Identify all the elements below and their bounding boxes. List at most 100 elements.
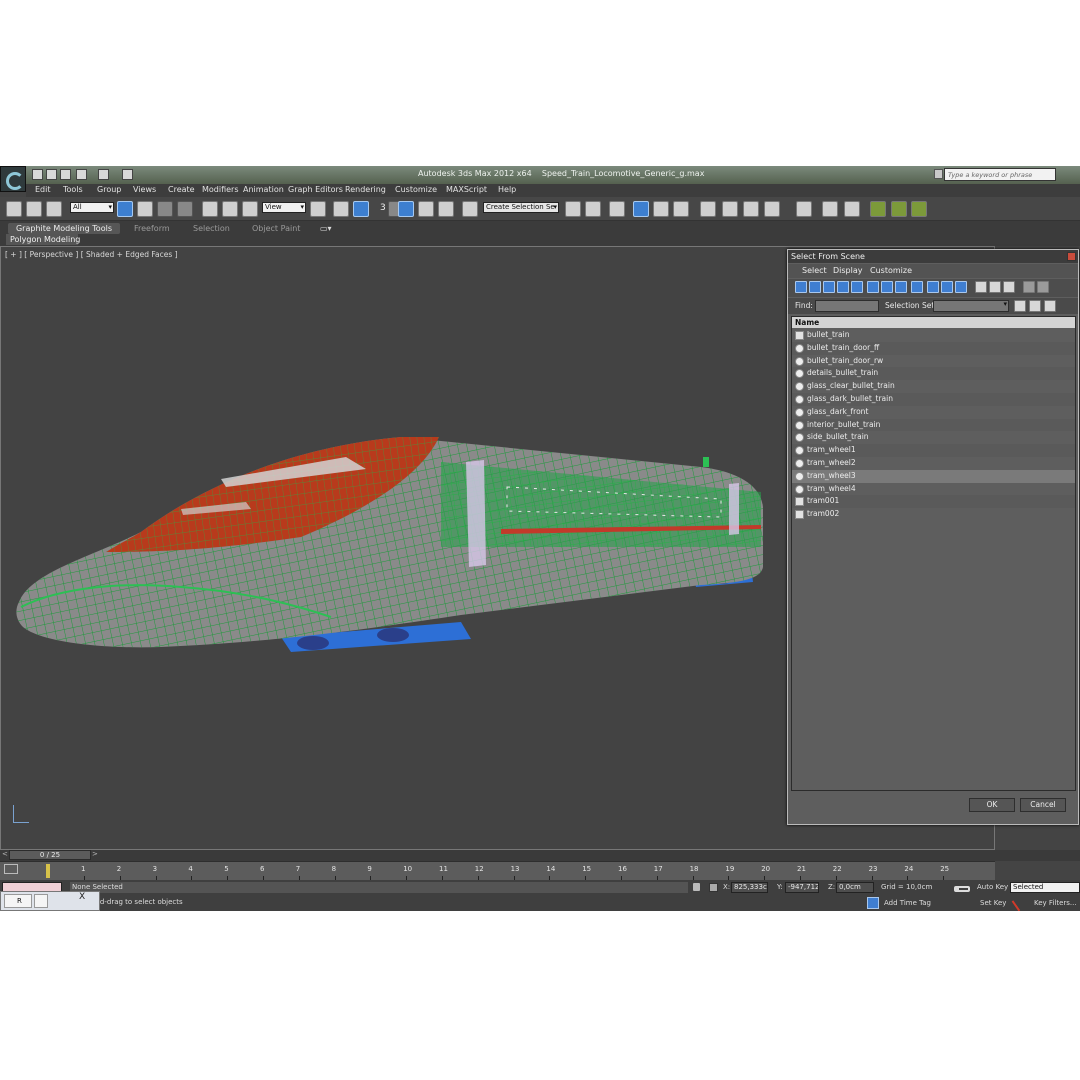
scene-object-list[interactable]: Name bullet_train bullet_train_door_ff bul… — [791, 316, 1076, 791]
material-editor-icon[interactable] — [700, 201, 716, 217]
filter-frozen-icon[interactable] — [941, 281, 953, 293]
tab-graphite-modeling-tools[interactable]: Graphite Modeling Tools — [8, 223, 120, 234]
list-item[interactable]: bullet_train — [792, 329, 1075, 342]
filter-containers-icon[interactable] — [927, 281, 939, 293]
selection-set-dropdown[interactable] — [933, 300, 1009, 312]
window-crossing-icon[interactable] — [177, 201, 193, 217]
snap-toggle-label[interactable]: 3 — [380, 203, 386, 213]
sync-selection-icon[interactable] — [1037, 281, 1049, 293]
edit-named-selection-icon[interactable] — [462, 201, 478, 217]
plugin-tool-4-icon[interactable] — [870, 201, 886, 217]
list-item[interactable]: interior_bullet_train — [792, 418, 1075, 432]
filter-spacewarps-icon[interactable] — [867, 281, 879, 293]
time-slider[interactable]: < 0 / 25 > — [0, 850, 1080, 861]
select-all-icon[interactable] — [975, 281, 987, 293]
find-input[interactable] — [815, 300, 879, 312]
time-slider-next[interactable]: > — [92, 850, 98, 858]
menu-rendering[interactable]: Rendering — [345, 185, 386, 194]
menu-tools[interactable]: Tools — [63, 185, 83, 194]
layer-manager-icon[interactable] — [609, 201, 625, 217]
y-coord-field[interactable]: -947,712c — [785, 882, 819, 893]
curve-editor-mini-icon[interactable] — [4, 864, 18, 874]
rectangular-selection-icon[interactable] — [157, 201, 173, 217]
selection-set-tool-3-icon[interactable] — [1044, 300, 1056, 312]
list-item[interactable]: tram002 — [792, 508, 1075, 521]
menu-help[interactable]: Help — [498, 185, 516, 194]
rendered-frame-icon[interactable] — [743, 201, 759, 217]
menu-maxscript[interactable]: MAXScript — [446, 185, 487, 194]
mirror-icon[interactable] — [565, 201, 581, 217]
bind-to-space-warp-icon[interactable] — [46, 201, 62, 217]
z-coord-field[interactable]: 0,0cm — [836, 882, 874, 893]
list-item[interactable]: tram_wheel1 — [792, 444, 1075, 457]
rotate-icon[interactable] — [222, 201, 238, 217]
selection-set-tool-1-icon[interactable] — [1014, 300, 1026, 312]
key-mode-dropdown[interactable]: Selected — [1010, 882, 1080, 893]
task-button-2[interactable] — [34, 894, 48, 908]
unlink-icon[interactable] — [26, 201, 42, 217]
scale-icon[interactable] — [242, 201, 258, 217]
select-and-link-icon[interactable] — [6, 201, 22, 217]
filter-hidden-icon[interactable] — [955, 281, 967, 293]
filter-xrefs-icon[interactable] — [895, 281, 907, 293]
absolute-mode-icon[interactable] — [709, 883, 718, 892]
tab-selection[interactable]: Selection — [193, 223, 230, 234]
redo-icon[interactable] — [98, 169, 109, 180]
list-item[interactable]: side_bullet_train — [792, 431, 1075, 444]
selection-filter-dropdown[interactable]: All — [70, 202, 114, 213]
ok-button[interactable]: OK — [969, 798, 1015, 812]
filter-bones-icon[interactable] — [911, 281, 923, 293]
task-close-icon[interactable]: X — [79, 892, 85, 902]
list-item[interactable]: bullet_train_door_ff — [792, 341, 1075, 355]
tab-object-paint[interactable]: Object Paint — [252, 223, 300, 234]
set-keys-icon[interactable] — [954, 886, 970, 892]
close-icon[interactable] — [1067, 252, 1076, 261]
filter-helpers-icon[interactable] — [851, 281, 863, 293]
list-item[interactable]: bullet_train_door_rw — [792, 355, 1075, 368]
select-invert-icon[interactable] — [1003, 281, 1015, 293]
time-slider-prev[interactable]: < — [2, 850, 8, 858]
dialog-menu-customize[interactable]: Customize — [870, 266, 912, 275]
list-item[interactable]: tram_wheel4 — [792, 483, 1075, 496]
search-input[interactable]: Type a keyword or phrase — [944, 168, 1056, 181]
list-item[interactable]: tram_wheel2 — [792, 457, 1075, 470]
select-by-name-icon[interactable] — [137, 201, 153, 217]
menu-views[interactable]: Views — [133, 185, 156, 194]
curve-editor-icon[interactable] — [653, 201, 669, 217]
plugin-tool-1-icon[interactable] — [796, 201, 812, 217]
filter-cameras-icon[interactable] — [837, 281, 849, 293]
filter-funnel-icon[interactable] — [1023, 281, 1035, 293]
plugin-tool-2-icon[interactable] — [822, 201, 838, 217]
filter-groups-icon[interactable] — [881, 281, 893, 293]
set-key-button[interactable]: Set Key — [980, 899, 1006, 907]
move-icon[interactable] — [202, 201, 218, 217]
selection-lock-icon[interactable] — [693, 883, 700, 891]
tab-freeform[interactable]: Freeform — [134, 223, 170, 234]
selection-set-tool-2-icon[interactable] — [1029, 300, 1041, 312]
menu-create[interactable]: Create — [168, 185, 195, 194]
filter-lights-icon[interactable] — [823, 281, 835, 293]
list-item[interactable]: tram001 — [792, 495, 1075, 509]
task-button[interactable]: R — [4, 894, 32, 908]
render-teapot-icon[interactable] — [764, 201, 780, 217]
spinner-snap-icon[interactable] — [438, 201, 454, 217]
render-setup-icon[interactable] — [722, 201, 738, 217]
menu-group[interactable]: Group — [97, 185, 121, 194]
menu-animation[interactable]: Animation — [243, 185, 284, 194]
key-filter-icon[interactable] — [1011, 894, 1029, 911]
plugin-tool-6-icon[interactable] — [911, 201, 927, 217]
open-file-icon[interactable] — [46, 169, 57, 180]
time-tag-icon[interactable] — [867, 897, 879, 909]
select-manipulate-icon[interactable] — [333, 201, 349, 217]
menu-edit[interactable]: Edit — [35, 185, 51, 194]
angle-snap-icon[interactable] — [398, 201, 414, 217]
key-filters-button[interactable]: Key Filters... — [1034, 899, 1077, 907]
project-folder-icon[interactable] — [122, 169, 133, 180]
list-item[interactable]: glass_clear_bullet_train — [792, 380, 1075, 393]
name-column-header[interactable]: Name — [792, 317, 1075, 328]
cancel-button[interactable]: Cancel — [1020, 798, 1066, 812]
select-none-icon[interactable] — [989, 281, 1001, 293]
save-file-icon[interactable] — [60, 169, 71, 180]
search-arrow-icon[interactable] — [934, 169, 943, 179]
named-selection-sets-dropdown[interactable]: Create Selection Se — [483, 202, 559, 213]
